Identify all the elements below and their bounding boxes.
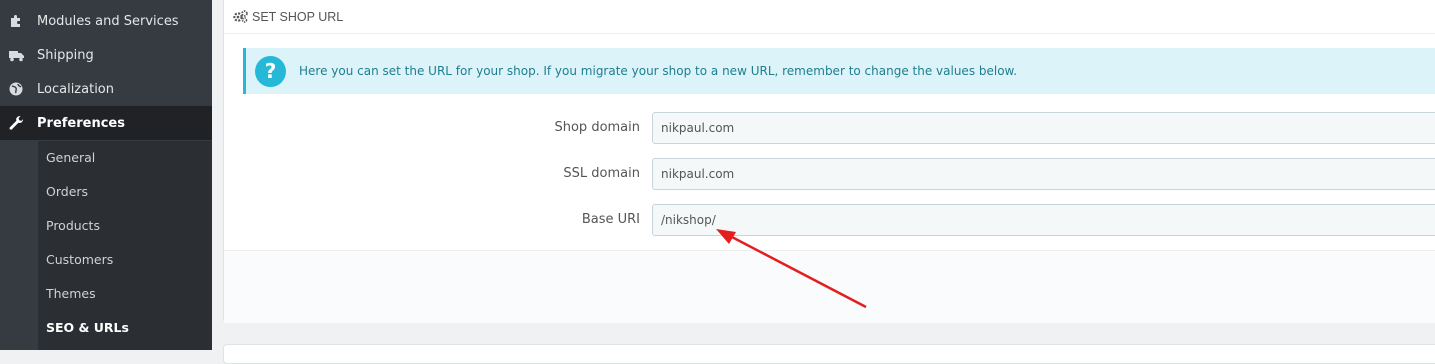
shop-domain-row: Shop domain [224,112,1435,144]
base-uri-input[interactable] [652,204,1435,236]
submenu-item-products[interactable]: Products [46,208,100,242]
question-icon: ? [255,55,286,87]
info-alert: ? Here you can set the URL for your shop… [243,48,1435,94]
submenu-item-seo-urls[interactable]: SEO & URLs [46,310,129,344]
cogs-icon [233,10,248,23]
base-uri-row: Base URI [224,204,1435,236]
sidebar-item-localization[interactable]: Localization [0,72,212,106]
submenu-item-orders[interactable]: Orders [46,174,88,208]
sidebar-item-label: Modules and Services [37,13,179,29]
panel-footer [224,250,1435,323]
shop-domain-input[interactable] [652,112,1435,144]
ssl-domain-label: SSL domain [563,166,640,181]
wrench-icon [8,115,24,131]
ssl-domain-input[interactable] [652,158,1435,190]
sidebar-item-modules[interactable]: Modules and Services [0,4,212,38]
puzzle-icon [8,13,24,29]
ssl-domain-row: SSL domain [224,158,1435,190]
panel-title: SET SHOP URL [252,9,344,24]
sidebar-item-label: Localization [37,81,114,97]
submenu-item-customers[interactable]: Customers [46,242,113,276]
sidebar-item-preferences[interactable]: Preferences [0,106,212,140]
shop-domain-label: Shop domain [554,120,640,135]
submenu-item-general[interactable]: General [46,140,95,174]
sidebar-item-label: Preferences [37,115,125,131]
set-shop-url-panel: SET SHOP URL ? Here you can set the URL … [223,0,1435,323]
info-alert-text: Here you can set the URL for your shop. … [299,64,1018,78]
sidebar: Modules and Services Shipping Localizati… [0,0,212,350]
sidebar-item-label: Shipping [37,47,94,63]
sidebar-item-shipping[interactable]: Shipping [0,38,212,72]
submenu-item-themes[interactable]: Themes [46,276,96,310]
base-uri-label: Base URI [581,212,640,227]
globe-icon [8,81,24,97]
next-panel [223,344,1435,364]
truck-icon [8,47,24,63]
panel-heading: SET SHOP URL [224,0,1435,34]
